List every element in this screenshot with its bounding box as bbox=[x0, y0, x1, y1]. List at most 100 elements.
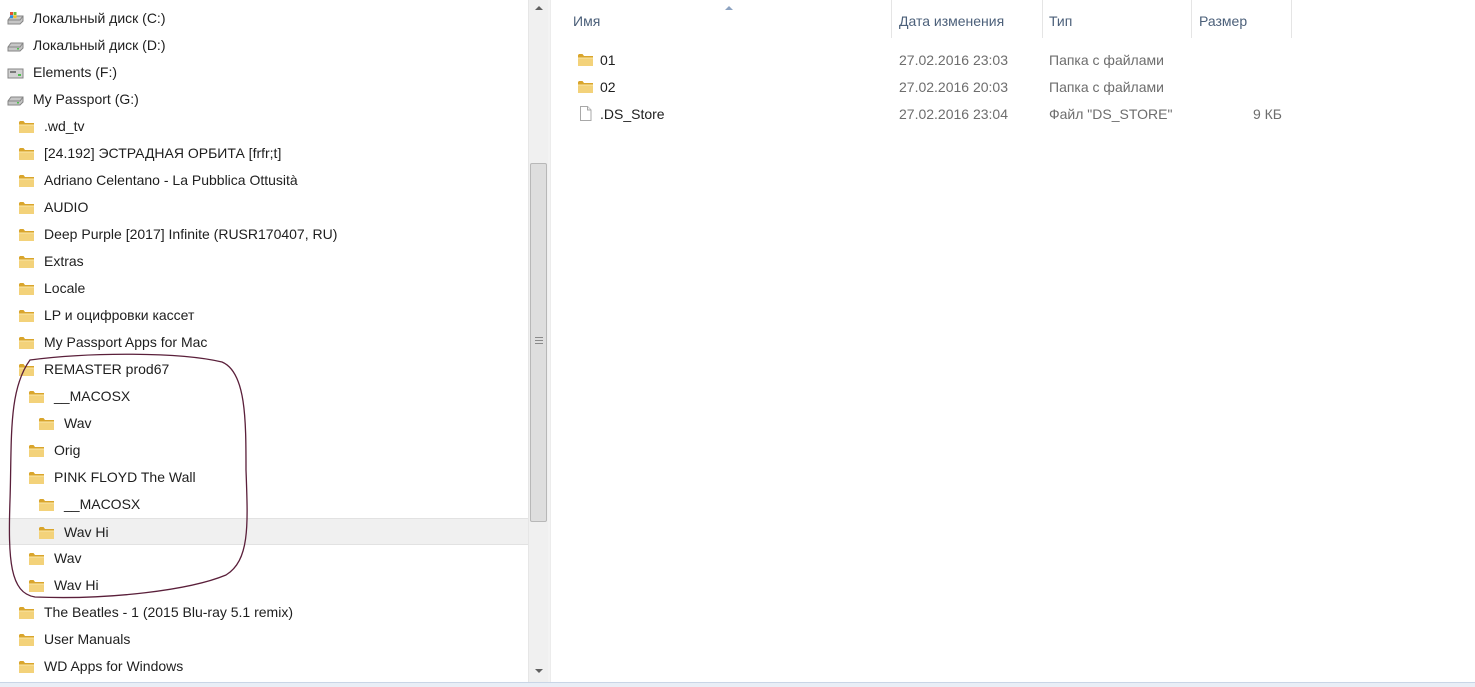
tree-item-label: Extras bbox=[44, 253, 84, 269]
tree-item-label: Orig bbox=[54, 442, 81, 458]
tree-item-label: Локальный диск (C:) bbox=[33, 10, 166, 26]
file-type: Файл "DS_STORE" bbox=[1049, 106, 1173, 122]
column-divider[interactable] bbox=[1291, 0, 1292, 38]
grip-icon bbox=[535, 337, 543, 338]
tree-item-label: Wav Hi bbox=[64, 524, 109, 540]
folder-icon bbox=[577, 79, 594, 94]
scroll-up-button[interactable] bbox=[529, 0, 548, 17]
tree-item[interactable]: Локальный диск (C:) bbox=[0, 5, 528, 32]
folder-icon bbox=[28, 578, 45, 593]
file-name: 02 bbox=[600, 79, 616, 95]
grip-icon bbox=[535, 343, 543, 344]
folder-icon bbox=[18, 227, 35, 242]
tree-item[interactable]: My Passport (G:) bbox=[0, 86, 528, 113]
tree-item-label: The Beatles - 1 (2015 Blu-ray 5.1 remix) bbox=[44, 604, 293, 620]
bottom-border bbox=[0, 682, 1475, 687]
folder-icon bbox=[18, 632, 35, 647]
navigation-scrollbar[interactable] bbox=[528, 0, 548, 682]
tree-item[interactable]: AUDIO bbox=[0, 194, 528, 221]
tree-item[interactable]: PINK FLOYD The Wall bbox=[0, 464, 528, 491]
hard-drive-icon bbox=[7, 38, 24, 53]
tree-item[interactable]: Elements (F:) bbox=[0, 59, 528, 86]
scroll-thumb[interactable] bbox=[530, 163, 547, 522]
tree-item-label: REMASTER prod67 bbox=[44, 361, 170, 377]
tree-item-label: Локальный диск (D:) bbox=[33, 37, 166, 53]
scroll-down-button[interactable] bbox=[529, 662, 548, 679]
column-header-date[interactable]: Дата изменения bbox=[899, 0, 1041, 38]
folder-icon bbox=[38, 416, 55, 431]
tree-item[interactable]: User Manuals bbox=[0, 626, 528, 653]
arrow-up-icon bbox=[535, 6, 543, 10]
tree-item-label: My Passport Apps for Mac bbox=[44, 334, 208, 350]
folder-icon bbox=[38, 525, 55, 540]
tree-item[interactable]: .wd_tv bbox=[0, 113, 528, 140]
grip-icon bbox=[535, 340, 543, 341]
tree-item[interactable]: Wav bbox=[0, 410, 528, 437]
folder-icon bbox=[28, 389, 45, 404]
folder-icon bbox=[38, 497, 55, 512]
tree-item-label: Adriano Celentano - La Pubblica Ottusità bbox=[44, 172, 298, 188]
usb-drive-icon bbox=[7, 65, 24, 80]
tree-item[interactable]: Локальный диск (D:) bbox=[0, 32, 528, 59]
folder-icon bbox=[18, 200, 35, 215]
file-list-pane: Имя Дата изменения Тип Размер 01 27.02.20… bbox=[551, 0, 1475, 682]
folder-icon bbox=[18, 335, 35, 350]
tree-item[interactable]: Extras bbox=[0, 248, 528, 275]
tree-item[interactable]: My Passport Apps for Mac bbox=[0, 329, 528, 356]
tree-item[interactable]: Wav Hi bbox=[0, 572, 528, 599]
file-type: Папка с файлами bbox=[1049, 52, 1164, 68]
tree-item-label: LP и оцифровки кассет bbox=[44, 307, 195, 323]
tree-item[interactable]: Locale bbox=[0, 275, 528, 302]
folder-icon bbox=[28, 551, 45, 566]
folder-icon bbox=[28, 470, 45, 485]
tree-item-label: [24.192] ЭСТРАДНАЯ ОРБИТА [frfr;t] bbox=[44, 145, 282, 161]
hard-drive-icon bbox=[7, 92, 24, 107]
file-row[interactable]: 01 27.02.2016 23:03 Папка с файлами bbox=[551, 46, 1475, 73]
tree-item[interactable]: Deep Purple [2017] Infinite (RUSR170407,… bbox=[0, 221, 528, 248]
tree-item-label: __MACOSX bbox=[54, 388, 131, 404]
tree-item[interactable]: REMASTER prod67 bbox=[0, 356, 528, 383]
tree-item-label: Elements (F:) bbox=[33, 64, 118, 80]
file-row[interactable]: .DS_Store 27.02.2016 23:04 Файл "DS_STORE"… bbox=[551, 100, 1475, 127]
folder-icon bbox=[18, 659, 35, 674]
file-name: .DS_Store bbox=[600, 106, 665, 122]
tree-item-label: Deep Purple [2017] Infinite (RUSR170407,… bbox=[44, 226, 338, 242]
tree-item[interactable]: __MACOSX bbox=[0, 383, 528, 410]
file-size: 9 КБ bbox=[1252, 106, 1282, 122]
tree-item[interactable]: Wav Hi bbox=[0, 518, 528, 545]
tree-item[interactable]: [24.192] ЭСТРАДНАЯ ОРБИТА [frfr;t] bbox=[0, 140, 528, 167]
tree-item[interactable]: Wav bbox=[0, 545, 528, 572]
tree-item[interactable]: __MACOSX bbox=[0, 491, 528, 518]
file-type: Папка с файлами bbox=[1049, 79, 1164, 95]
tree-item-label: Locale bbox=[44, 280, 86, 296]
tree-item-label: User Manuals bbox=[44, 631, 131, 647]
tree-item[interactable]: Adriano Celentano - La Pubblica Ottusità bbox=[0, 167, 528, 194]
file-name: 01 bbox=[600, 52, 616, 68]
file-date: 27.02.2016 23:03 bbox=[899, 52, 1008, 68]
folder-icon bbox=[18, 119, 35, 134]
tree-item-label: Wav Hi bbox=[54, 577, 99, 593]
file-date: 27.02.2016 23:04 bbox=[899, 106, 1008, 122]
column-header-size[interactable]: Размер bbox=[1199, 0, 1291, 38]
column-divider[interactable] bbox=[891, 0, 892, 38]
folder-icon bbox=[18, 281, 35, 296]
folder-icon bbox=[577, 52, 594, 67]
tree-item[interactable]: Orig bbox=[0, 437, 528, 464]
tree-item-label: Wav bbox=[64, 415, 92, 431]
column-header-name[interactable]: Имя bbox=[573, 0, 889, 38]
tree-item[interactable]: LP и оцифровки кассет bbox=[0, 302, 528, 329]
tree-item[interactable]: The Beatles - 1 (2015 Blu-ray 5.1 remix) bbox=[0, 599, 528, 626]
tree-item-label: AUDIO bbox=[44, 199, 89, 215]
tree-item-label: My Passport (G:) bbox=[33, 91, 139, 107]
folder-icon bbox=[18, 173, 35, 188]
tree-item-label: __MACOSX bbox=[64, 496, 141, 512]
folder-icon bbox=[18, 146, 35, 161]
folder-icon bbox=[18, 362, 35, 377]
tree-item-label: WD Apps for Windows bbox=[44, 658, 184, 674]
column-divider[interactable] bbox=[1042, 0, 1043, 38]
tree-item[interactable]: WD Apps for Windows bbox=[0, 653, 528, 680]
column-divider[interactable] bbox=[1191, 0, 1192, 38]
file-row[interactable]: 02 27.02.2016 20:03 Папка с файлами bbox=[551, 73, 1475, 100]
arrow-down-icon bbox=[535, 669, 543, 673]
column-header-type[interactable]: Тип bbox=[1049, 0, 1189, 38]
